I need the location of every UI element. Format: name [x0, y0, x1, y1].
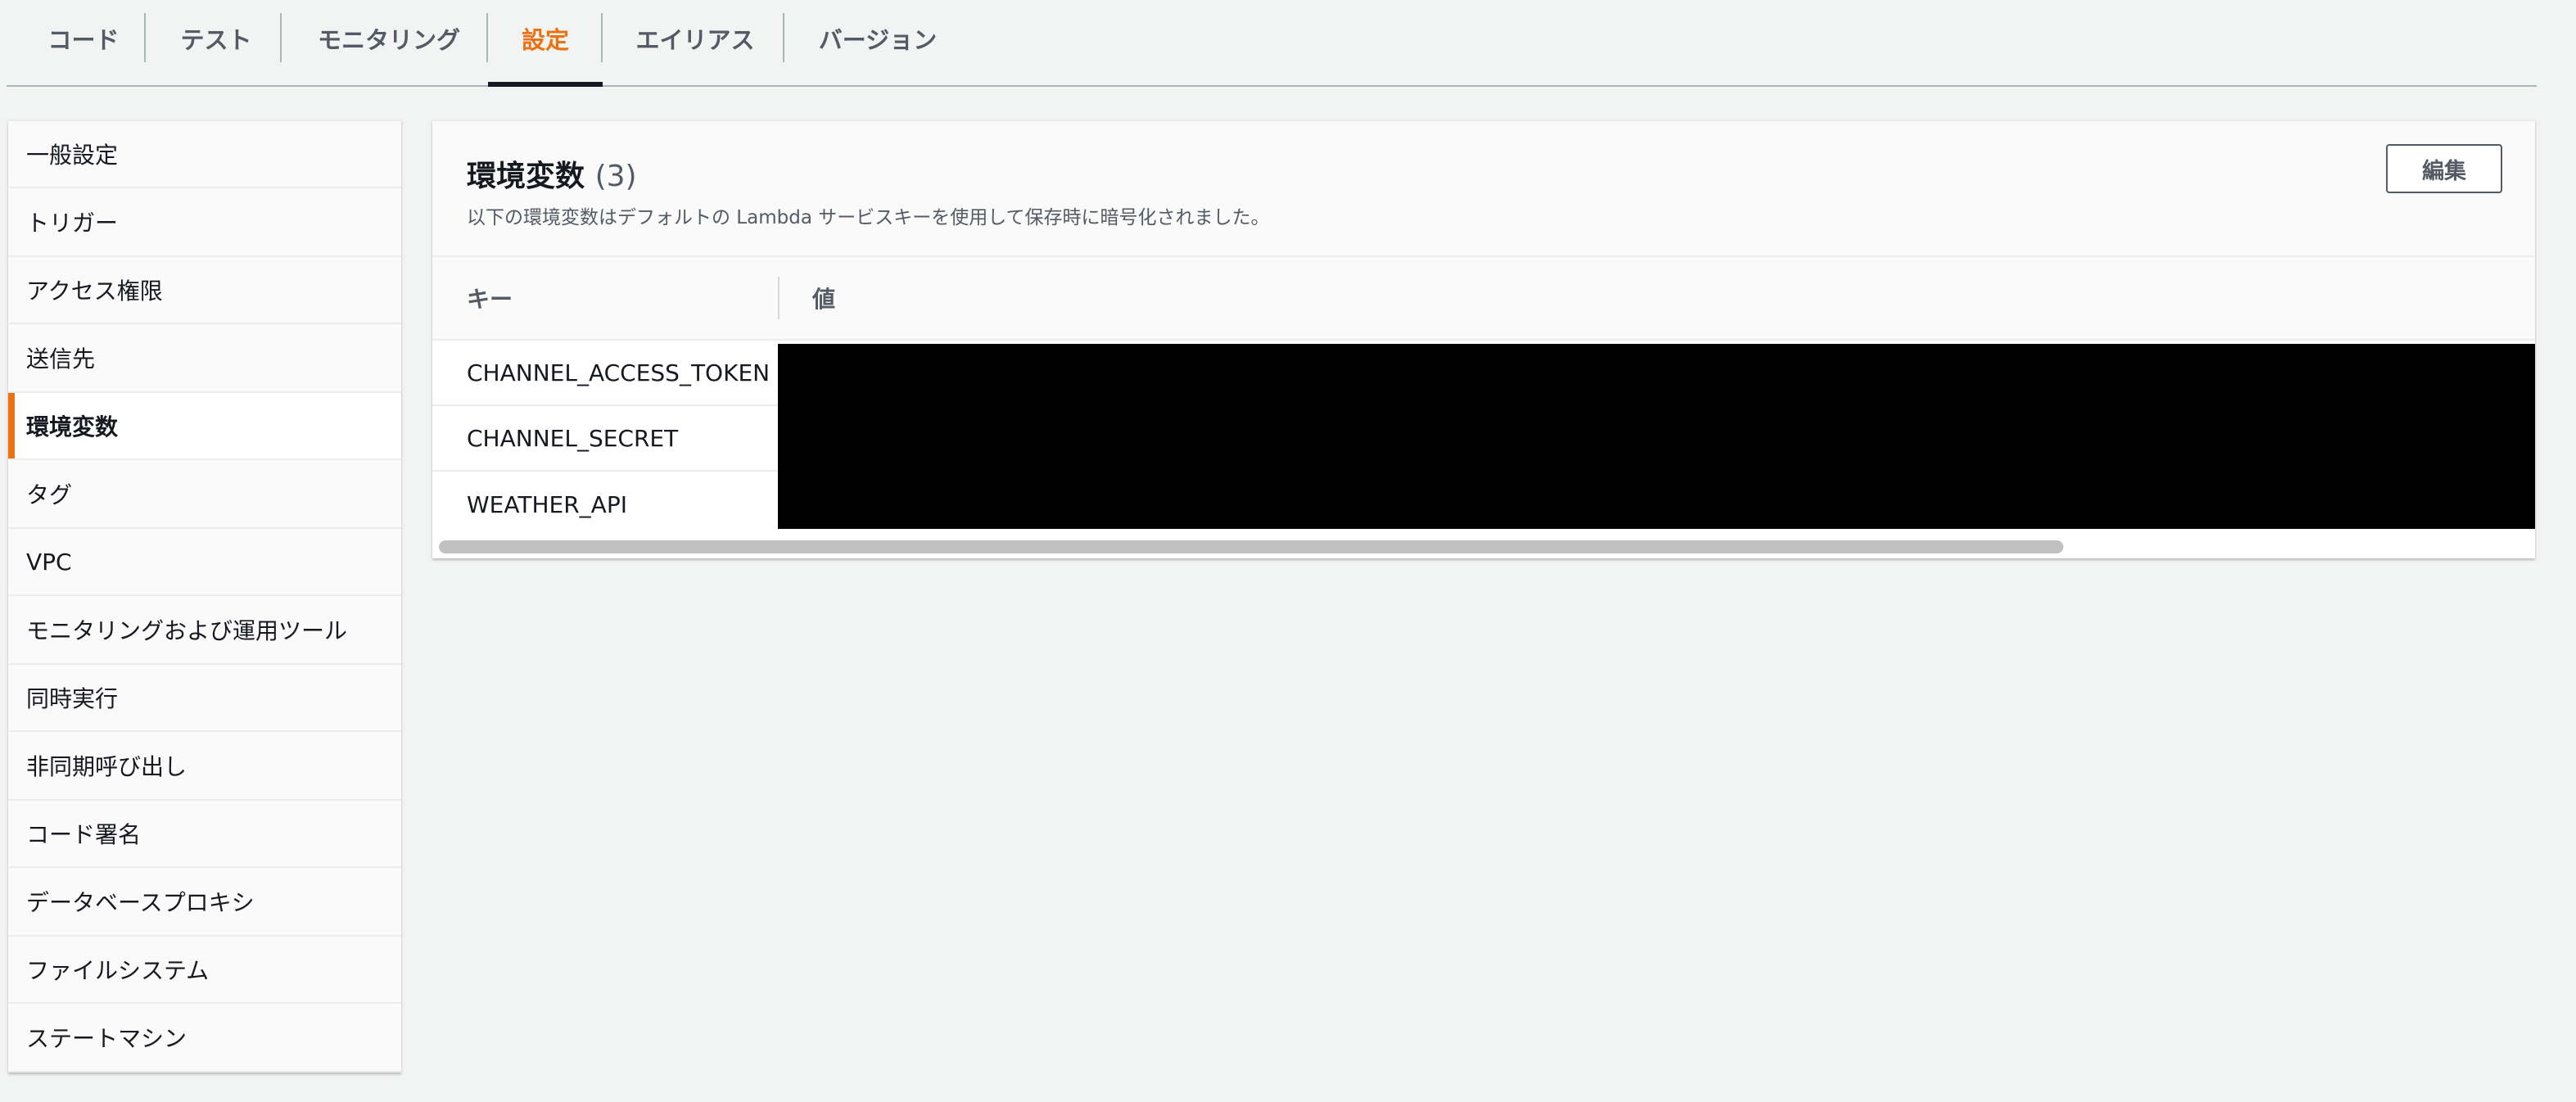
variable-count: (3)	[594, 160, 637, 193]
tab-label: コード	[47, 26, 120, 54]
sidebar-item-database-proxies[interactable]: データベースプロキシ	[8, 868, 401, 937]
sidebar-item-label: 送信先	[26, 346, 96, 373]
sidebar-item-label: 同時実行	[26, 685, 119, 712]
sidebar-item-permissions[interactable]: アクセス権限	[8, 257, 401, 324]
panel-title: 環境変数 (3)	[467, 152, 637, 195]
tab-label: テスト	[180, 26, 252, 54]
sidebar-item-async-invocation[interactable]: 非同期呼び出し	[8, 732, 401, 801]
sidebar-item-label: データベースプロキシ	[26, 889, 255, 916]
panel-title-text: 環境変数	[467, 160, 585, 193]
sidebar-item-code-signing[interactable]: コード署名	[8, 801, 401, 868]
sidebar-item-monitoring-tools[interactable]: モニタリングおよび運用ツール	[8, 596, 401, 665]
sidebar-item-vpc[interactable]: VPC	[8, 529, 401, 596]
sidebar-item-label: モニタリングおよび運用ツール	[26, 617, 348, 644]
tab-divider	[601, 13, 603, 62]
panel-header: 環境変数 (3) 以下の環境変数はデフォルトの Lambda サービスキーを使用…	[432, 121, 2535, 257]
sidebar-item-file-systems[interactable]: ファイルシステム	[8, 937, 401, 1004]
tab-label: 設定	[521, 26, 569, 54]
sidebar-item-label: ファイルシステム	[26, 957, 210, 984]
sidebar-item-destinations[interactable]: 送信先	[8, 324, 401, 393]
sidebar-item-general[interactable]: 一般設定	[8, 121, 401, 188]
tab-label: モニタリング	[317, 26, 460, 54]
sidebar-item-label: コード署名	[26, 821, 142, 848]
sidebar-item-label: ステートマシン	[26, 1025, 188, 1052]
tab-divider	[280, 13, 282, 62]
function-tabs: コード テスト モニタリング 設定 エイリアス バージョン	[7, 0, 2537, 87]
sidebar-item-triggers[interactable]: トリガー	[8, 188, 401, 257]
sidebar-item-label: VPC	[26, 548, 72, 576]
variable-key: CHANNEL_SECRET	[467, 424, 679, 452]
sidebar-item-tags[interactable]: タグ	[8, 460, 401, 529]
edit-button[interactable]: 編集	[2386, 144, 2502, 193]
sidebar-item-label: 一般設定	[26, 142, 119, 169]
tab-aliases[interactable]: エイリアス	[604, 13, 786, 85]
tab-configuration[interactable]: 設定	[488, 13, 603, 87]
sidebar-item-label: 非同期呼び出し	[26, 753, 188, 780]
sidebar-item-label: アクセス権限	[26, 278, 163, 305]
tab-divider	[144, 13, 146, 62]
redacted-values	[778, 344, 2535, 529]
sidebar-item-label: 環境変数	[26, 413, 119, 440]
sidebar-item-label: トリガー	[26, 210, 119, 237]
configuration-sidenav: 一般設定 トリガー アクセス権限 送信先 環境変数 タグ VPC モニタリングお…	[8, 120, 401, 1073]
edit-button-label: 編集	[2422, 158, 2466, 184]
column-header-value: 値	[812, 286, 836, 313]
sidebar-item-label: タグ	[26, 481, 73, 508]
environment-variables-panel: 環境変数 (3) 以下の環境変数はデフォルトの Lambda サービスキーを使用…	[432, 120, 2535, 558]
tab-code[interactable]: コード	[20, 13, 147, 85]
column-resize-handle[interactable]	[778, 277, 780, 319]
variable-key: WEATHER_API	[467, 490, 627, 518]
sidebar-item-state-machines[interactable]: ステートマシン	[8, 1004, 401, 1073]
tab-label: バージョン	[818, 26, 938, 54]
sidebar-item-concurrency[interactable]: 同時実行	[8, 665, 401, 732]
tab-label: エイリアス	[635, 26, 755, 54]
variable-key: CHANNEL_ACCESS_TOKEN	[467, 359, 771, 386]
table-header: キー 値	[432, 257, 2535, 341]
column-header-key: キー	[467, 286, 513, 313]
tab-versions[interactable]: バージョン	[788, 13, 968, 85]
tab-test[interactable]: テスト	[151, 13, 282, 85]
panel-description: 以下の環境変数はデフォルトの Lambda サービスキーを使用して保存時に暗号化…	[467, 207, 1270, 228]
sidebar-item-environment-variables[interactable]: 環境変数	[8, 393, 401, 460]
tab-divider	[783, 13, 784, 62]
tab-monitoring[interactable]: モニタリング	[285, 13, 493, 85]
horizontal-scrollbar[interactable]	[439, 540, 2063, 553]
